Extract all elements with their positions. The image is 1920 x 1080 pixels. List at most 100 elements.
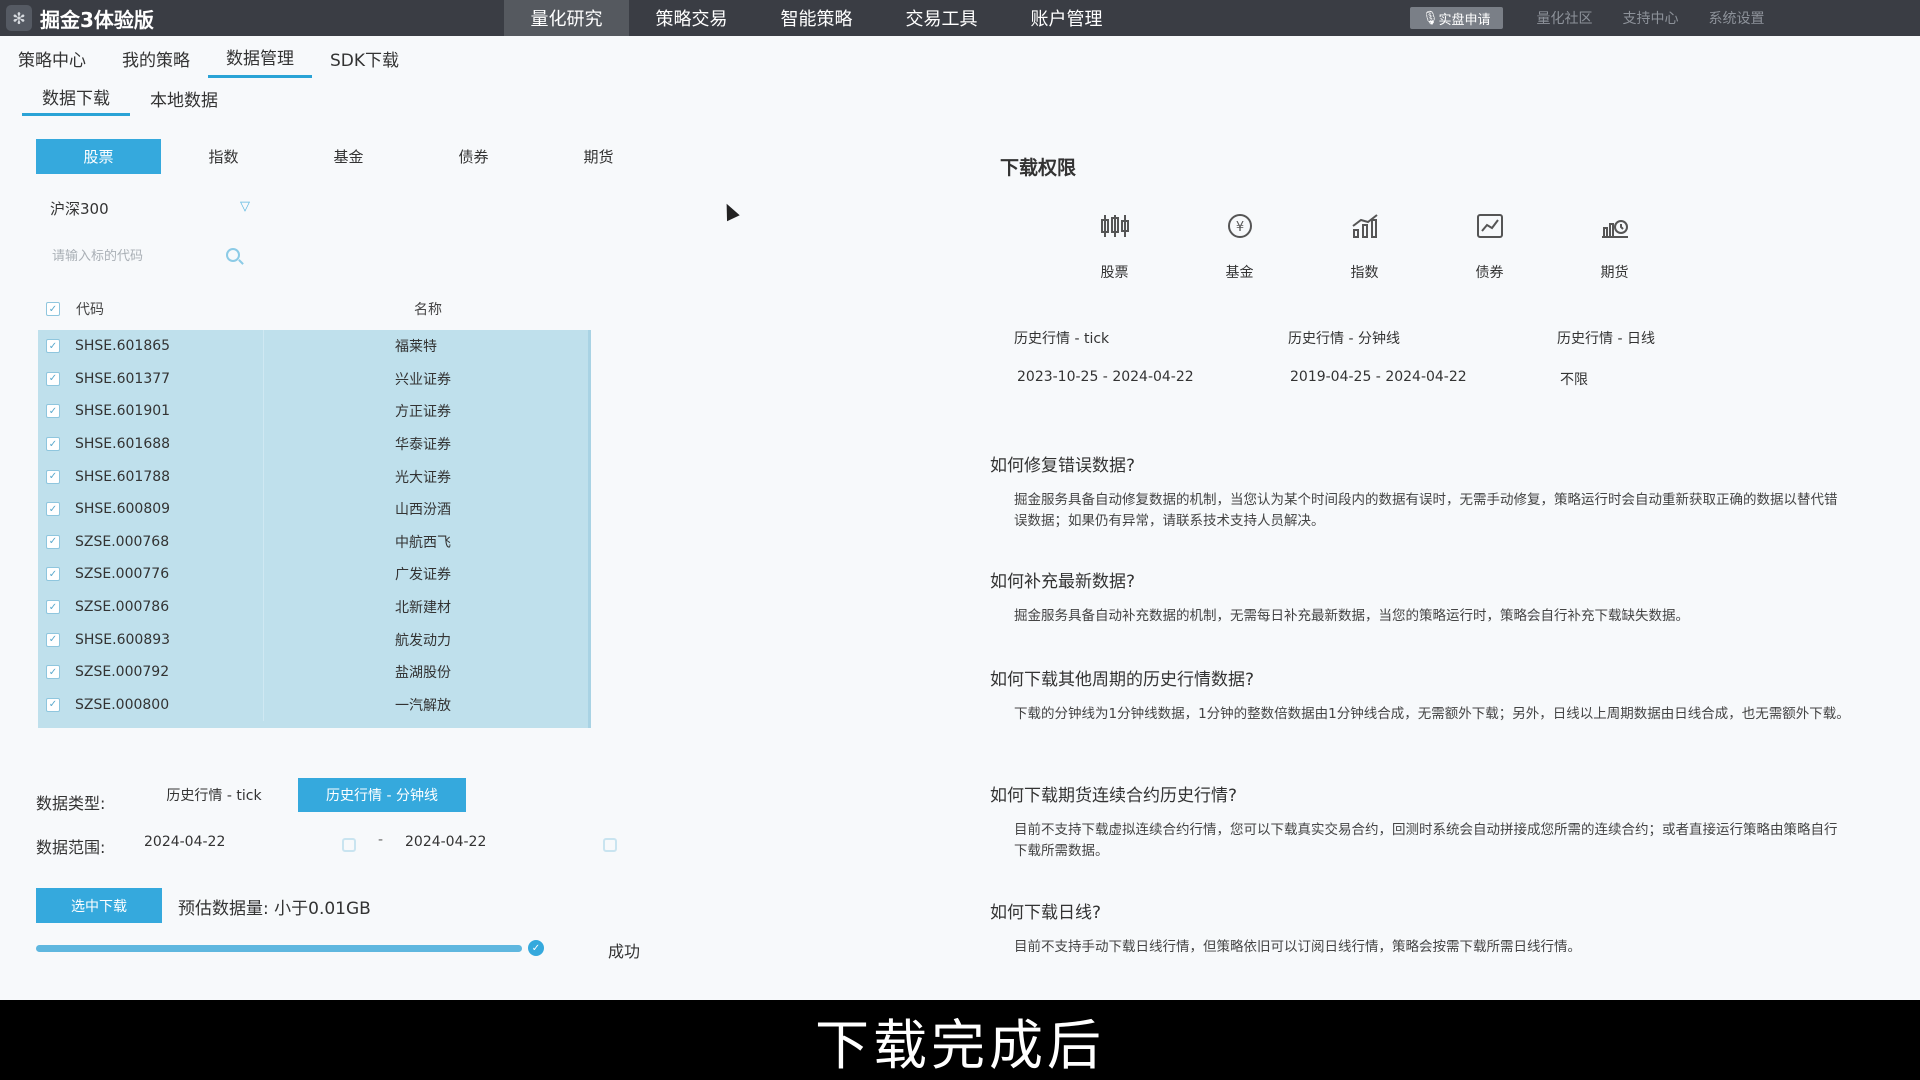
permission-label: 股票 [1100,265,1129,281]
tab-data-management[interactable]: 数据管理 [208,38,312,78]
faq-question: 如何下载其他周期的历史行情数据? [990,670,1255,690]
row-checkbox[interactable]: ✓ [46,404,60,419]
calendar-icon[interactable] [603,838,617,852]
table-row[interactable]: ✓ SHSE.601377 兴业证券 [38,362,591,396]
row-code: SHSE.601901 [75,403,171,420]
index-chart-icon [1349,210,1381,242]
history-value-tick: 2023-10-25 - 2024-04-22 [1017,369,1194,385]
link-settings[interactable]: 系统设置 [1709,8,1765,28]
end-date-field[interactable]: 2024-04-22 [405,834,486,850]
search-input[interactable] [52,248,232,264]
category-funds[interactable]: 基金 [286,139,411,174]
row-checkbox[interactable]: ✓ [46,567,60,582]
row-checkbox[interactable]: ✓ [46,469,60,484]
table-row[interactable]: ✓ SHSE.600893 航发动力 [38,623,591,656]
nav-strategy-trading[interactable]: 策略交易 [629,0,754,36]
nav-smart-strategy[interactable]: 智能策略 [754,0,879,36]
permission-funds: ¥ 基金 [1177,210,1302,282]
video-subtitle: 下载完成后 [815,1013,1105,1077]
history-value-daily: 不限 [1560,372,1588,388]
row-name: 山西汾酒 [395,502,451,519]
estimated-size: 预估数据量: 小于0.01GB [178,899,371,919]
main-nav: 量化研究 策略交易 智能策略 交易工具 账户管理 [504,0,1129,36]
row-code: SHSE.601377 [75,370,171,387]
row-checkbox[interactable]: ✓ [46,339,60,354]
table-row[interactable]: ✓ SHSE.601901 方正证券 [38,395,591,428]
row-checkbox[interactable]: ✓ [46,534,60,549]
tab-my-strategies[interactable]: 我的策略 [104,38,208,78]
index-select-value: 沪深300 [50,199,109,218]
table-row[interactable]: ✓ SHSE.600809 山西汾酒 [38,493,591,526]
download-selected-button[interactable]: 选中下载 [36,888,162,923]
select-all-checkbox[interactable]: ✓ [46,302,60,316]
data-type-minute-button[interactable]: 历史行情 - 分钟线 [298,778,466,812]
top-right-links: 🎙 实盘申请 量化社区 支持中心 系统设置 [1410,0,1795,36]
mouse-cursor-icon [720,200,740,222]
tab-data-download[interactable]: 数据下载 [22,80,130,116]
row-checkbox[interactable]: ✓ [46,371,60,386]
fund-icon: ¥ [1224,210,1256,242]
bond-chart-icon [1474,210,1506,242]
start-date-field[interactable]: 2024-04-22 [144,834,225,850]
row-name: 中航西飞 [395,534,451,551]
faq-item: 如何下载其他周期的历史行情数据? 下载的分钟线为1分钟线数据，1分钟的整数倍数据… [990,665,1860,725]
row-checkbox[interactable]: ✓ [46,632,60,647]
nav-quant-research[interactable]: 量化研究 [504,0,629,36]
date-separator: - [378,832,384,848]
row-name: 光大证券 [395,469,451,486]
history-label-daily: 历史行情 - 日线 [1557,331,1655,347]
nav-trading-tools[interactable]: 交易工具 [879,0,1004,36]
data-type-tick-button[interactable]: 历史行情 - tick [150,778,278,812]
row-checkbox[interactable]: ✓ [46,502,60,517]
faq-item: 如何下载期货连续合约历史行情? 目前不支持下载虚拟连续合约行情，您可以下载真实交… [990,781,1860,862]
search-box [40,241,260,271]
stock-table: ✓ SHSE.601865 福莱特 ✓ SHSE.601377 兴业证券 ✓ S… [38,330,591,728]
table-header: ✓ 代码 名称 [38,296,598,322]
permission-label: 指数 [1350,265,1379,281]
table-row[interactable]: ✓ SZSE.000800 一汽解放 [38,688,591,722]
permission-bonds: 债券 [1427,210,1552,282]
tab-sdk-download[interactable]: SDK下载 [312,38,417,78]
faq-question: 如何修复错误数据? [990,456,1136,476]
table-row[interactable]: ✓ SZSE.000792 盐湖股份 [38,656,591,689]
app-title: 掘金3体验版 [40,7,154,32]
permission-index: 指数 [1302,210,1427,282]
column-header-name: 名称 [414,302,442,318]
table-row[interactable]: ✓ SZSE.000768 中航西飞 [38,525,591,559]
history-value-minute: 2019-04-25 - 2024-04-22 [1290,369,1467,385]
table-row[interactable]: ✓ SHSE.601688 华泰证券 [38,427,591,461]
tab-local-data[interactable]: 本地数据 [130,80,238,116]
tab-strategy-center[interactable]: 策略中心 [0,38,104,78]
row-checkbox[interactable]: ✓ [46,600,60,615]
table-row[interactable]: ✓ SHSE.601865 福莱特 [38,330,591,363]
svg-text:¥: ¥ [1235,220,1243,235]
row-checkbox[interactable]: ✓ [46,697,60,712]
permission-futures: 期货 [1552,210,1677,282]
row-code: SZSE.000792 [75,664,170,681]
sub-nav: 策略中心 我的策略 数据管理 SDK下载 [0,36,417,78]
category-stocks[interactable]: 股票 [36,139,161,174]
category-futures[interactable]: 期货 [536,139,661,174]
nav-account-management[interactable]: 账户管理 [1004,0,1129,36]
link-community[interactable]: 量化社区 [1537,8,1593,28]
category-bonds[interactable]: 债券 [411,139,536,174]
faq-question: 如何补充最新数据? [990,572,1136,592]
link-support[interactable]: 支持中心 [1623,8,1679,28]
calendar-icon[interactable] [342,838,356,852]
row-name: 广发证券 [395,567,451,584]
table-row[interactable]: ✓ SHSE.601788 光大证券 [38,460,591,493]
live-apply-button[interactable]: 🎙 实盘申请 [1410,7,1503,29]
candlestick-icon [1099,210,1131,242]
permission-label: 基金 [1225,265,1254,281]
table-row[interactable]: ✓ SZSE.000786 北新建材 [38,590,591,624]
row-checkbox[interactable]: ✓ [46,437,60,452]
search-icon[interactable] [226,248,240,262]
top-bar: ✻ 掘金3体验版 量化研究 策略交易 智能策略 交易工具 账户管理 🎙 实盘申请… [0,0,1920,36]
category-index[interactable]: 指数 [161,139,286,174]
logo-icon: ✻ [6,5,32,31]
index-select[interactable]: 沪深300 ▽ [40,193,260,223]
row-name: 方正证券 [395,404,451,421]
row-checkbox[interactable]: ✓ [46,665,60,680]
table-row[interactable]: ✓ SZSE.000776 广发证券 [38,558,591,591]
column-header-code: 代码 [76,302,104,318]
